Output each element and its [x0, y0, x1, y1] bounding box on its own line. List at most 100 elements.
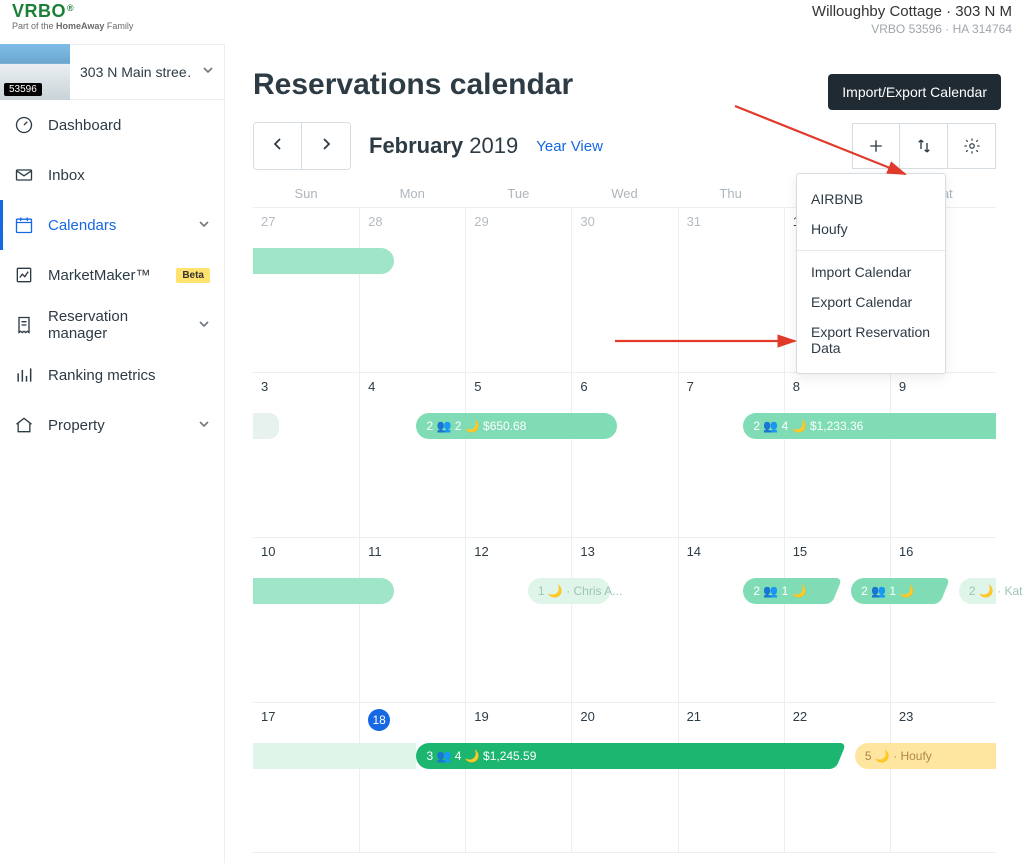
reservation-label: 1 🌙 · Chris A...: [538, 584, 622, 598]
dropdown-item-export[interactable]: Export Calendar: [797, 287, 945, 317]
add-button[interactable]: [852, 123, 900, 169]
beta-badge: Beta: [176, 268, 210, 283]
calendar-day[interactable]: 16: [890, 538, 996, 702]
calendar-day[interactable]: 11: [359, 538, 465, 702]
reservation-bar[interactable]: [253, 743, 416, 769]
calendar-day[interactable]: 10: [253, 538, 359, 702]
calendar-day[interactable]: 30: [571, 208, 677, 372]
receipt-icon: [14, 315, 34, 335]
month-label: February 2019: [369, 133, 518, 159]
header-property[interactable]: Willoughby Cottage · 303 N M VRBO 53596 …: [812, 2, 1012, 37]
marketmaker-icon: [14, 265, 34, 285]
sidebar-item-label: Inbox: [48, 167, 210, 184]
sidebar-item-dashboard[interactable]: Dashboard: [0, 100, 224, 150]
calendar-day[interactable]: 20: [571, 703, 677, 852]
calendar-day[interactable]: 29: [465, 208, 571, 372]
calendar-day[interactable]: 5: [465, 373, 571, 537]
property-thumbnail: 53596: [0, 44, 70, 100]
reservation-label: 2 👥 1 🌙: [753, 584, 806, 598]
next-month-button[interactable]: [302, 123, 350, 169]
calendar-day[interactable]: 28: [359, 208, 465, 372]
sidebar-item-inbox[interactable]: Inbox: [0, 150, 224, 200]
sidebar-item-label: MarketMaker™: [48, 267, 162, 284]
reservation-bar[interactable]: 2 👥 4 🌙 $1,233.36: [743, 413, 996, 439]
reservation-label: 2 🌙 · Kat…: [969, 584, 1024, 598]
import-export-dropdown: AIRBNB Houfy Import Calendar Export Cale…: [796, 173, 946, 374]
prev-month-button[interactable]: [254, 123, 302, 169]
chevron-down-icon: [198, 317, 210, 334]
calendar-icon: [14, 215, 34, 235]
dropdown-item-airbnb[interactable]: AIRBNB: [797, 184, 945, 214]
year-view-link[interactable]: Year View: [536, 138, 603, 155]
reservation-bar[interactable]: 2 👥 2 🌙 $650.68: [416, 413, 617, 439]
calendar-day[interactable]: 21: [678, 703, 784, 852]
reservation-label: 2 👥 2 🌙 $650.68: [426, 419, 526, 433]
sidebar-item-label: Ranking metrics: [48, 367, 210, 384]
calendar-day-today[interactable]: 18: [359, 703, 465, 852]
dow-label: Thu: [678, 186, 784, 201]
sidebar-item-calendars[interactable]: Calendars: [0, 200, 224, 250]
dropdown-item-houfy[interactable]: Houfy: [797, 214, 945, 244]
property-switcher[interactable]: 53596 303 N Main stree…: [0, 44, 224, 100]
reservation-bar[interactable]: 1 🌙 · Chris A...: [528, 578, 610, 604]
calendar-day[interactable]: 19: [465, 703, 571, 852]
sidebar-item-label: Property: [48, 417, 184, 434]
header-property-name: Willoughby Cottage · 303 N M: [812, 2, 1012, 22]
sidebar-item-property[interactable]: Property: [0, 400, 224, 450]
calendar-day[interactable]: 23: [890, 703, 996, 852]
chevron-down-icon: [202, 63, 214, 81]
calendar-day[interactable]: 7: [678, 373, 784, 537]
calendar-day[interactable]: 27: [253, 208, 359, 372]
sidebar: 53596 303 N Main stree… Dashboard Inbox: [0, 44, 225, 863]
reservation-bar[interactable]: 2 🌙 · Kat…: [959, 578, 996, 604]
gauge-icon: [14, 115, 34, 135]
reservation-bar[interactable]: [253, 413, 279, 439]
reservation-label: 3 👥 4 🌙 $1,245.59: [426, 749, 536, 763]
reservation-bar[interactable]: 2 👥 1 🌙: [743, 578, 825, 604]
reservation-bar[interactable]: 5 🌙 · Houfy: [855, 743, 996, 769]
reservation-bar[interactable]: [253, 578, 394, 604]
property-badge: 53596: [4, 83, 42, 96]
calendar-day[interactable]: 3: [253, 373, 359, 537]
dow-label: Sun: [253, 186, 359, 201]
dow-label: Wed: [571, 186, 677, 201]
chevron-down-icon: [198, 417, 210, 434]
sidebar-item-ranking-metrics[interactable]: Ranking metrics: [0, 350, 224, 400]
brand-tagline: Part of the HomeAway Family: [12, 22, 133, 32]
dropdown-item-export-data[interactable]: Export Reservation Data: [797, 317, 945, 363]
import-export-tooltip: Import/Export Calendar: [828, 74, 1001, 110]
calendar-day[interactable]: 15: [784, 538, 890, 702]
bar-chart-icon: [14, 365, 34, 385]
calendar-day[interactable]: 4: [359, 373, 465, 537]
calendar-day[interactable]: 31: [678, 208, 784, 372]
reservation-bar[interactable]: [253, 248, 394, 274]
sidebar-item-label: Calendars: [48, 217, 184, 234]
sidebar-item-marketmaker[interactable]: MarketMaker™ Beta: [0, 250, 224, 300]
sidebar-item-label: Dashboard: [48, 117, 210, 134]
dow-label: Mon: [359, 186, 465, 201]
calendar-day[interactable]: 14: [678, 538, 784, 702]
sidebar-item-reservation-manager[interactable]: Reservation manager: [0, 300, 224, 350]
calendar-day[interactable]: 8: [784, 373, 890, 537]
reservation-bar[interactable]: 3 👥 4 🌙 $1,245.59: [416, 743, 828, 769]
brand-block: VRBO Part of the HomeAway Family: [12, 2, 133, 32]
brand-logo: VRBO: [12, 2, 133, 22]
chevron-down-icon: [198, 217, 210, 234]
calendar-day[interactable]: 6: [571, 373, 677, 537]
calendar-day[interactable]: 9: [890, 373, 996, 537]
reservation-bar[interactable]: 2 👥 1 🌙: [851, 578, 933, 604]
reservation-label: 2 👥 1 🌙: [861, 584, 914, 598]
calendar-week: 3 4 5 6 7 8 9 2 👥 2 🌙 $650.68 2 👥 4 🌙 $1…: [253, 373, 996, 538]
calendar-day[interactable]: 12: [465, 538, 571, 702]
calendar-day[interactable]: 17: [253, 703, 359, 852]
dropdown-item-import[interactable]: Import Calendar: [797, 257, 945, 287]
calendar-week: 17 18 19 20 21 22 23 3 👥 4 🌙 $1,245.59 5…: [253, 703, 996, 853]
calendar-day[interactable]: 13: [571, 538, 677, 702]
home-icon: [14, 415, 34, 435]
dow-label: Tue: [465, 186, 571, 201]
settings-button[interactable]: [948, 123, 996, 169]
dropdown-separator: [797, 250, 945, 251]
calendar-day[interactable]: 22: [784, 703, 890, 852]
month-nav: [253, 122, 351, 170]
import-export-button[interactable]: [900, 123, 948, 169]
